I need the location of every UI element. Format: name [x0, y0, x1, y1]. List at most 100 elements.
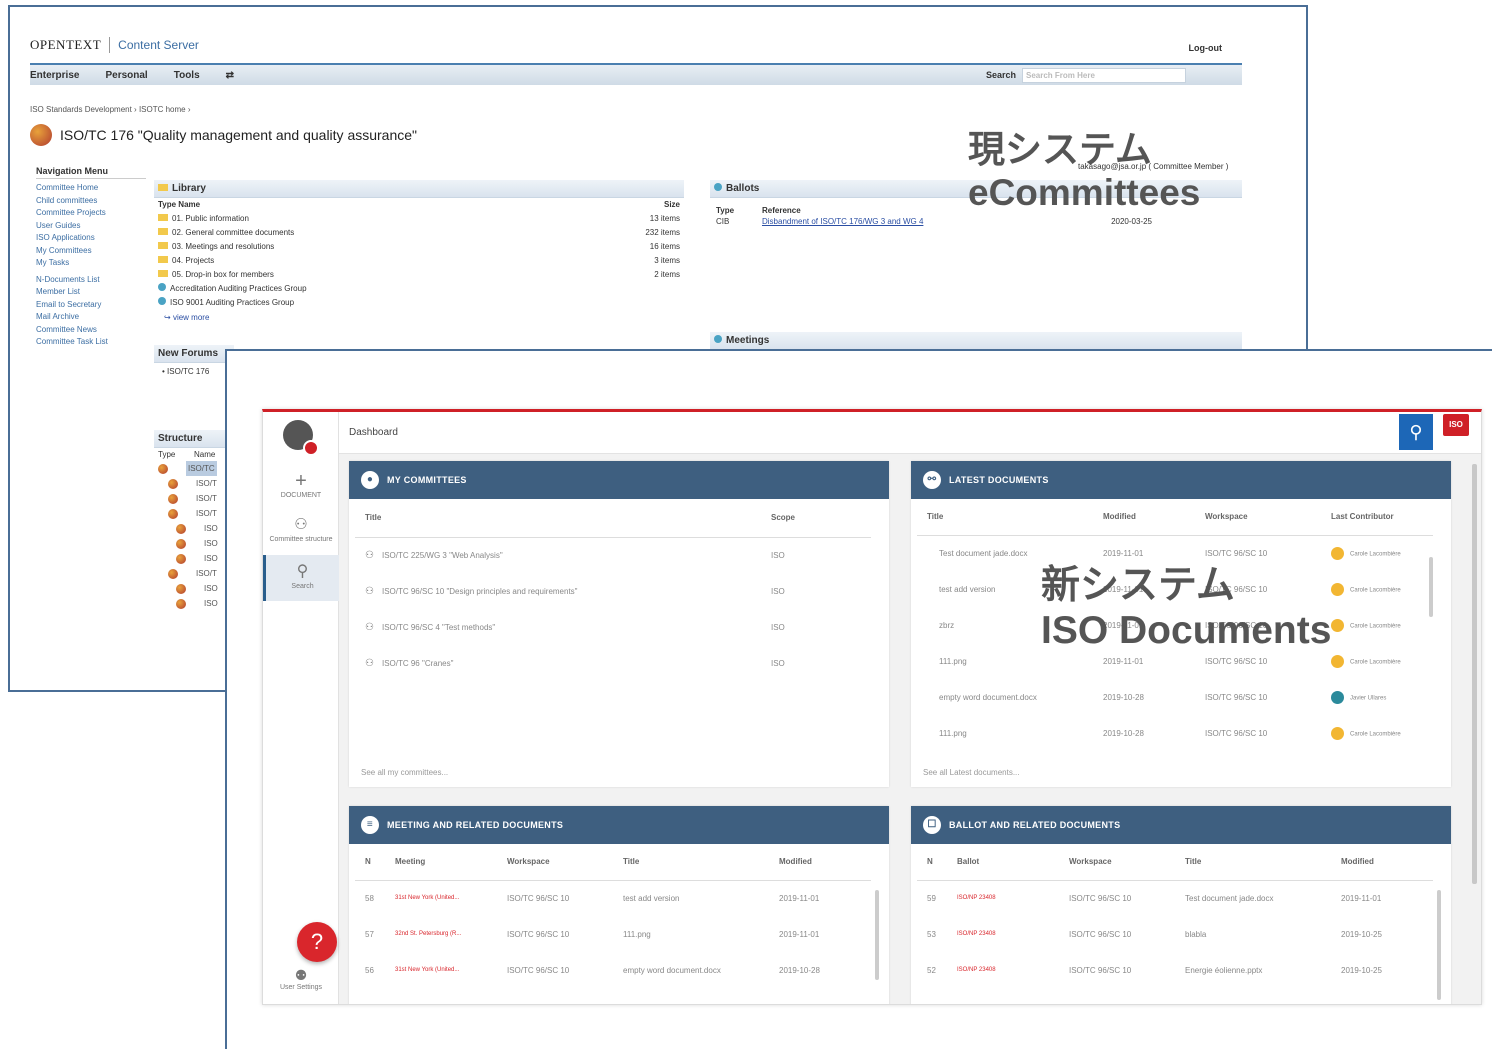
old-search-input[interactable]: Search From Here: [1022, 68, 1186, 83]
avatar: [1331, 690, 1344, 704]
meeting-documents-table: N Meeting Workspace Title Modified 58 31s…: [355, 844, 871, 988]
new-topbar: Dashboard ⚲ ISO: [339, 412, 1481, 454]
structure-row[interactable]: ISO/T: [154, 476, 230, 491]
meeting-row[interactable]: 57 32nd St. Petersburg (R... ISO/TC 96/SC …: [355, 916, 871, 952]
committee-row[interactable]: ⚇ ISO/TC 96 "Cranes" ISO: [355, 645, 871, 681]
opentext-logo: OPENTEXT: [30, 37, 111, 53]
committee-icon: [30, 124, 52, 146]
committee-icon: [176, 553, 186, 564]
col-title: Title: [613, 844, 769, 881]
avatar: [1331, 546, 1344, 560]
col-ballot: Ballot: [947, 844, 1059, 881]
col-scope: Scope: [761, 499, 871, 538]
library-columns: Type Name Size: [158, 200, 680, 209]
col-n: N: [917, 844, 947, 881]
document-row[interactable]: empty word document.docx 2019-10-28 ISO/TC…: [917, 679, 1433, 715]
page-scrollbar[interactable]: [1472, 464, 1477, 884]
structure-row[interactable]: ISO/TC: [154, 461, 230, 476]
committee-icon: [176, 523, 186, 534]
sidebar-document-button[interactable]: + DOCUMENT: [263, 470, 339, 499]
meetings-heading: Meetings: [710, 332, 1242, 350]
iso-documents-app: + DOCUMENT ⚇ Committee structure ⚲ Searc…: [262, 409, 1482, 1005]
library-row[interactable]: 01. Public information 13 items: [154, 212, 684, 226]
ballot-row[interactable]: 59 ISO/NP 23408 ISO/TC 96/SC 10 Test docume…: [917, 880, 1433, 916]
app-logo-icon: [281, 420, 321, 456]
forums-item[interactable]: • ISO/TC 176: [154, 363, 234, 380]
avatar: [1331, 654, 1344, 668]
folder-icon: [158, 228, 168, 235]
user-settings-icon: ⚉: [294, 967, 308, 983]
help-button[interactable]: ?: [297, 922, 337, 962]
avatar: [1331, 582, 1344, 596]
document-row[interactable]: 111.png 2019-10-28 ISO/TC 96/SC 10 Carole L…: [917, 715, 1433, 751]
logout-link[interactable]: Log-out: [1189, 43, 1222, 53]
old-title-text: ISO/TC 176 "Quality management and quali…: [60, 127, 418, 143]
nav-item[interactable]: Committee News: [36, 324, 146, 337]
meeting-scrollbar[interactable]: [875, 890, 879, 980]
search-button[interactable]: ⚲: [1399, 414, 1433, 450]
ballot-documents-card: ☐ BALLOT AND RELATED DOCUMENTS N Ballot W…: [911, 806, 1451, 1004]
nav-item[interactable]: Email to Secretary: [36, 299, 146, 312]
nav-item[interactable]: My Tasks: [36, 257, 146, 270]
old-header: OPENTEXT Content Server Log-out: [30, 27, 1242, 63]
latest-scrollbar[interactable]: [1429, 557, 1433, 617]
structure-row[interactable]: ISO: [154, 521, 230, 536]
meeting-documents-card: ≡ MEETING AND RELATED DOCUMENTS N Meeting…: [349, 806, 889, 1004]
committee-row[interactable]: ⚇ ISO/TC 96/SC 10 "Design principles and …: [355, 573, 871, 609]
nav-item[interactable]: ISO Applications: [36, 232, 146, 245]
nav-item[interactable]: Committee Projects: [36, 207, 146, 220]
sidebar-search-button[interactable]: ⚲ Search: [263, 555, 339, 601]
ballot-row[interactable]: 53 ISO/NP 23408 ISO/TC 96/SC 10 blabla 2019-…: [917, 916, 1433, 952]
ballot-scrollbar[interactable]: [1437, 890, 1441, 1000]
menu-enterprise[interactable]: Enterprise: [30, 70, 79, 81]
menu-tools[interactable]: Tools: [174, 70, 200, 81]
menu-switch-icon[interactable]: ⇄: [226, 70, 234, 81]
committee-row[interactable]: ⚇ ISO/TC 225/WG 3 "Web Analysis" ISO: [355, 537, 871, 573]
see-all-latest-link[interactable]: See all Latest documents...: [923, 768, 1020, 777]
ballot-icon: ☐: [923, 816, 941, 834]
see-all-committees-link[interactable]: See all my committees...: [361, 768, 448, 777]
library-heading: Library: [154, 180, 684, 198]
library-row[interactable]: 02. General committee documents 232 items: [154, 226, 684, 240]
user-settings-button[interactable]: ⚉ User Settings: [263, 967, 339, 991]
nav-item[interactable]: N-Documents List: [36, 274, 146, 287]
ballot-row[interactable]: 52 ISO/NP 23408 ISO/TC 96/SC 10 Energie éol…: [917, 952, 1433, 988]
ballot-documents-header: ☐ BALLOT AND RELATED DOCUMENTS: [911, 806, 1451, 844]
nav-item[interactable]: My Committees: [36, 245, 146, 258]
nav-item[interactable]: User Guides: [36, 220, 146, 233]
view-more-link[interactable]: ↪ view more: [154, 310, 684, 326]
nav-item[interactable]: Committee Home: [36, 182, 146, 195]
sidebar-committee-structure-button[interactable]: ⚇ Committee structure: [263, 514, 339, 543]
globe-icon: [714, 335, 722, 343]
structure-row[interactable]: ISO: [154, 536, 230, 551]
ballot-reference-link[interactable]: Disbandment of ISO/TC 176/WG 3 and WG 4: [762, 217, 923, 226]
nav-item[interactable]: Committee Task List: [36, 336, 146, 349]
col-title: Title: [355, 499, 761, 538]
breadcrumb-dashboard[interactable]: Dashboard: [349, 427, 398, 438]
col-workspace: Workspace: [1195, 499, 1321, 536]
library-row[interactable]: ISO 9001 Auditing Practices Group: [154, 296, 684, 310]
menu-personal[interactable]: Personal: [105, 70, 147, 81]
nav-item[interactable]: Member List: [36, 286, 146, 299]
structure-row[interactable]: ISO/T: [154, 506, 230, 521]
nav-item[interactable]: Child committees: [36, 195, 146, 208]
col-last-contributor: Last Contributor: [1321, 499, 1433, 536]
library-row[interactable]: 05. Drop-in box for members 2 items: [154, 268, 684, 282]
meeting-row[interactable]: 56 31st New York (United... ISO/TC 96/SC 1…: [355, 952, 871, 988]
library-row[interactable]: Accreditation Auditing Practices Group: [154, 282, 684, 296]
globe-icon: [714, 183, 722, 191]
meeting-row[interactable]: 58 31st New York (United... ISO/TC 96/SC 1…: [355, 880, 871, 916]
committee-icon: [168, 493, 178, 504]
library-row[interactable]: 04. Projects 3 items: [154, 254, 684, 268]
structure-row[interactable]: ISO: [154, 581, 230, 596]
structure-row[interactable]: ISO: [154, 596, 230, 611]
structure-row[interactable]: ISO/T: [154, 566, 230, 581]
nav-item[interactable]: Mail Archive: [36, 311, 146, 324]
committee-row[interactable]: ⚇ ISO/TC 96/SC 4 "Test methods" ISO: [355, 609, 871, 645]
structure-row[interactable]: ISO/T: [154, 491, 230, 506]
structure-row[interactable]: ISO: [154, 551, 230, 566]
library-row[interactable]: 03. Meetings and resolutions 16 items: [154, 240, 684, 254]
navigation-menu: Navigation Menu Committee Home Child comm…: [36, 164, 146, 349]
old-breadcrumb[interactable]: ISO Standards Development › ISOTC home ›: [30, 105, 1242, 114]
search-icon: ⚲: [296, 563, 309, 580]
